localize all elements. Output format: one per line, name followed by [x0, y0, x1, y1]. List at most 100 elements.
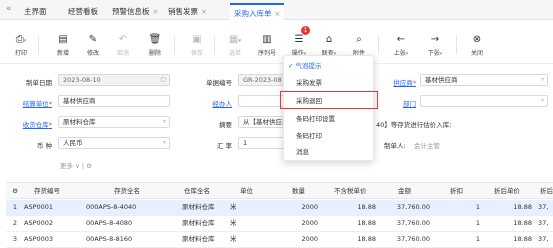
summary-field-right[interactable]: 40】等存货进行估价入库; — [376, 119, 451, 129]
cell-price[interactable]: 18.88 — [336, 200, 376, 215]
cell-name[interactable]: 000APS-8-4040 — [86, 200, 176, 215]
cell-qty[interactable]: 2000 — [276, 232, 318, 247]
select-order-button[interactable]: ▦▾ 选单 — [220, 34, 250, 57]
settle-unit-label[interactable]: 结算单位* — [8, 98, 52, 108]
close-button[interactable]: ⊗ 关闭 — [462, 34, 492, 57]
column-header[interactable]: 折后单价 — [494, 183, 534, 198]
table-row[interactable]: 1 ASP0001 000APS-8-4040 原材料仓库 米 2000 18.… — [6, 200, 553, 216]
cell-qty[interactable]: 2000 — [276, 200, 318, 215]
cell-unit[interactable]: 米 — [230, 232, 250, 247]
close-icon[interactable]: × — [275, 10, 281, 18]
handler-label[interactable]: 经办人 — [184, 98, 233, 108]
cell-disc-amount[interactable]: 37, — [538, 216, 553, 231]
cell-code[interactable]: ASP0001 — [24, 200, 84, 215]
cell-price[interactable]: 18.88 — [336, 216, 376, 231]
cell-code[interactable]: ASP0002 — [24, 216, 84, 231]
new-button[interactable]: ▤ 新增 — [48, 34, 78, 57]
cell-amount[interactable]: 37,760.00 — [380, 216, 430, 231]
cell-qty[interactable]: 2000 — [276, 216, 318, 231]
cell-discount[interactable]: 1 — [450, 232, 480, 247]
cell-amount[interactable]: 37,760.00 — [380, 232, 430, 247]
tab-home[interactable]: 主界面 — [20, 3, 51, 20]
cell-disc-amount[interactable]: 37, — [538, 232, 553, 247]
cell-discount[interactable]: 1 — [450, 200, 480, 215]
close-icon[interactable]: × — [201, 8, 207, 16]
currency-field[interactable]: 人民币 ▿ — [58, 137, 170, 149]
dept-label[interactable]: 部门 — [386, 98, 416, 108]
warehouse-value: 原材料仓库 — [63, 118, 96, 126]
delete-button[interactable]: 🗑︎ 删除 — [140, 34, 170, 57]
column-header[interactable]: 存货编号 — [34, 183, 94, 198]
more-toggle[interactable]: 更多 ∨ | ⚙ — [60, 160, 92, 170]
attachment-button[interactable]: ⌕ 附件 — [344, 34, 374, 57]
column-header[interactable]: 单位 — [240, 183, 270, 198]
tab-dashboard[interactable]: 经营看板 — [64, 3, 102, 20]
summary-field-left[interactable]: 从【基材供应商 — [238, 116, 286, 128]
cell-warehouse[interactable]: 原材料仓库 — [182, 216, 232, 231]
doc-no-field[interactable]: GR-2023-08 — [238, 74, 286, 86]
collapse-icon[interactable]: « — [6, 4, 12, 14]
close-icon[interactable]: × — [153, 8, 159, 16]
column-header[interactable]: 金额 — [398, 183, 428, 198]
column-header[interactable]: 折后 — [540, 183, 553, 198]
prev-record-button[interactable]: ← 上张▾ — [386, 34, 416, 57]
toolbar-divider — [456, 36, 457, 54]
column-settings-icon[interactable]: ⚙ — [8, 183, 22, 198]
column-header[interactable]: 数量 — [292, 183, 322, 198]
cell-warehouse[interactable]: 原材料仓库 — [182, 200, 232, 215]
settle-unit-field[interactable]: 基材供应商 — [58, 95, 170, 107]
next-record-button[interactable]: → 下张▾ — [420, 34, 450, 57]
table-row[interactable]: 2 ASP0002 00APS-8-4080 原材料仓库 米 2000 18.8… — [6, 216, 553, 232]
cell-code[interactable]: ASP0003 — [24, 232, 84, 247]
column-header[interactable]: 存货全名 — [114, 183, 174, 198]
cell-disc-price[interactable]: 18.88 — [492, 216, 532, 231]
dropdown-icon: ▿ — [162, 118, 166, 125]
cell-disc-price[interactable]: 18.88 — [492, 232, 532, 247]
dept-field[interactable]: ▿ — [420, 95, 548, 107]
cell-unit[interactable]: 米 — [230, 200, 250, 215]
gear-icon[interactable]: ⚙ — [86, 162, 92, 170]
cell-warehouse[interactable]: 原材料仓库 — [182, 232, 232, 247]
select-order-label: 选单 — [228, 50, 241, 57]
warehouse-field[interactable]: 原材料仓库 ▿ — [58, 116, 170, 128]
menu-item-barcode-print[interactable]: 条码打印 — [284, 129, 375, 144]
cell-disc-price[interactable]: 18.88 — [492, 200, 532, 215]
doc-date-field[interactable]: 2023-08-10 ▢ — [58, 74, 170, 86]
column-header[interactable]: 不含税单价 — [334, 183, 384, 198]
supplier-label[interactable]: 供应商* — [386, 77, 416, 87]
menu-item-label: 条码打印设置 — [296, 115, 335, 123]
cell-name[interactable]: 00APS-8-8160 — [86, 232, 176, 247]
cell-unit[interactable]: 米 — [230, 216, 250, 231]
menu-item-purchase-invoice[interactable]: 采购发票 — [284, 76, 375, 91]
column-header[interactable]: 折扣 — [450, 183, 480, 198]
menu-item-message[interactable]: 消息 — [284, 145, 375, 160]
associate-button[interactable]: ⌂ 联查▾ — [314, 34, 344, 57]
warehouse-label[interactable]: 收货仓库* — [8, 119, 52, 129]
cell-price[interactable]: 18.88 — [336, 232, 376, 247]
cell-name[interactable]: 00APS-8-4080 — [86, 216, 176, 231]
table-row[interactable]: 3 ASP0003 00APS-8-8160 原材料仓库 米 2000 18.8… — [6, 232, 553, 248]
tab-purchase-receipt[interactable]: 采购入库单 × — [230, 3, 285, 20]
menu-item-barcode-print-settings[interactable]: 条码打印设置 — [284, 112, 375, 127]
column-header[interactable]: 仓库全名 — [184, 183, 234, 198]
cancel-button[interactable]: ↶ 取消 — [108, 34, 138, 57]
save-button[interactable]: ▣ 保存 — [182, 34, 212, 57]
edit-button[interactable]: ✎ 修改 — [78, 34, 108, 57]
cell-disc-amount[interactable]: 37, — [538, 200, 553, 215]
tab-warning-board[interactable]: 预警信息板 × — [108, 3, 162, 20]
tab-sales-invoice[interactable]: 销售发票 × — [164, 3, 211, 20]
cell-amount[interactable]: 37,760.00 — [380, 200, 430, 215]
menu-item-bubble-tip[interactable]: ✓ 气泡提示 — [284, 59, 375, 74]
serial-number-button[interactable]: ▥ 序列号 — [252, 34, 282, 57]
supplier-field[interactable]: 基材供应商 ▿ — [420, 74, 548, 86]
operate-button[interactable]: ☰ 操作▾ 1 — [284, 26, 314, 57]
serial-number-icon: ▥ — [262, 34, 272, 45]
handler-field[interactable] — [238, 95, 284, 107]
toolbar-divider — [214, 36, 215, 54]
cell-discount[interactable]: 1 — [450, 216, 480, 231]
currency-label: 币 种 — [36, 142, 52, 150]
print-button[interactable]: ⎙▾ 打印 — [6, 34, 36, 57]
maker-label: 制单人: — [384, 142, 406, 150]
tab-bar: « 主界面 经营看板 预警信息板 × 销售发票 × 采购入库单 × — [0, 0, 553, 20]
rate-field[interactable]: 1 — [238, 137, 284, 149]
